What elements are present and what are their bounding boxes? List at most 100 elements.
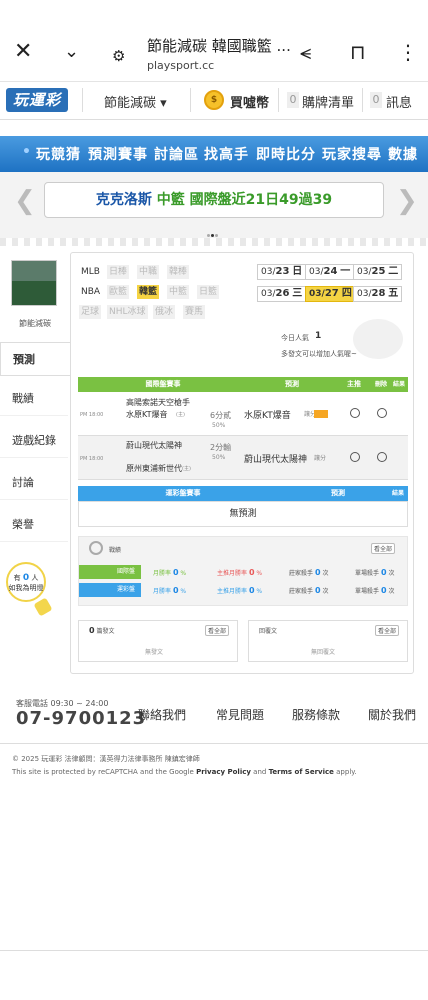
lottery-header-match: 運彩盤賽事 — [78, 486, 288, 501]
bulb-label: 如我為明燈 — [8, 584, 44, 592]
intl-header-main: 主推 — [336, 377, 372, 392]
bulb-prefix: 有 — [13, 574, 21, 582]
pick-team[interactable]: 水原KT爆音 — [244, 408, 291, 421]
recaptcha-notice: This site is protected by reCAPTCHA and … — [12, 768, 357, 776]
share-icon[interactable]: ⪪ — [300, 40, 311, 64]
page-settings-icon[interactable]: ⚙ — [112, 44, 125, 68]
posts-count-label: 0 篇發文 — [89, 626, 115, 635]
match-time: PM 18:00 — [80, 456, 104, 462]
team-home: 水原KT爆音 — [126, 410, 168, 419]
page-title: 節能減碳 韓國職籃 ... — [147, 37, 291, 55]
delete-radio[interactable] — [377, 408, 387, 418]
tab-game-log[interactable]: 遊戲紀錄 — [0, 424, 68, 458]
main-pick-radio[interactable] — [350, 452, 360, 462]
stats-view-all[interactable]: 看全部 — [371, 543, 396, 554]
bookmark-icon[interactable]: ⊓ — [350, 40, 366, 64]
replies-view-all[interactable]: 看全部 — [375, 625, 400, 636]
cart-count-badge: 0 — [287, 92, 299, 108]
popularity-hint: 多發文可以增加人氣喔~ — [281, 350, 357, 358]
nav-item-predict[interactable]: 預測賽事 — [88, 144, 148, 164]
profile-name: 節能減碳 — [19, 319, 51, 328]
avatar[interactable] — [11, 260, 57, 306]
tab-honor[interactable]: 榮譽 — [0, 508, 68, 542]
pct: 50% — [212, 422, 226, 429]
footer-faq-link[interactable]: 常見問題 — [216, 706, 264, 723]
nav-item-player-search[interactable]: 玩家搜尋 — [322, 144, 382, 164]
terms-link[interactable]: Terms of Service — [269, 768, 334, 776]
date-0323[interactable]: 03/23 日 — [257, 264, 307, 280]
buy-coin-link[interactable]: 買噓幣 — [230, 92, 269, 111]
coin-icon: $ — [204, 90, 224, 110]
banner-team: 克克洛斯 — [95, 192, 152, 208]
service-phone[interactable]: 07-9700123 — [16, 708, 146, 729]
banner-text-box[interactable]: 克克洛斯 中籃 國際盤近21日49過39 — [44, 182, 384, 218]
nav-item-guess[interactable]: 玩競猜 — [36, 144, 81, 164]
league-jbb[interactable]: 日籃 — [197, 285, 220, 299]
footer-about-link[interactable]: 關於我們 — [368, 706, 416, 723]
league-khl[interactable]: 俄冰 — [153, 305, 176, 319]
league-kbo[interactable]: 韓棒 — [167, 265, 190, 279]
intl-header-match: 國際盤賽事 — [78, 377, 248, 392]
league-mlb[interactable]: MLB — [79, 265, 102, 279]
more-menu-icon[interactable]: ⋮ — [398, 40, 418, 64]
tab-record[interactable]: 戰績 — [0, 382, 68, 416]
date-0326[interactable]: 03/26 三 — [257, 286, 307, 302]
site-header: 玩運彩 節能減碳 ▾ $ 買噓幣 0 購牌清單 0 訊息 — [0, 82, 428, 120]
team-home: 原州東浦新世代 — [126, 464, 182, 473]
close-icon[interactable]: ✕ — [14, 40, 32, 64]
home-marker: (主) — [176, 412, 185, 418]
date-0325[interactable]: 03/25 二 — [353, 264, 403, 280]
user-menu[interactable]: 節能減碳 ▾ — [104, 92, 167, 111]
no-prediction-text: 無預測 — [78, 501, 408, 527]
pick-team[interactable]: 蔚山現代太陽神 — [244, 452, 307, 465]
next-arrow-icon[interactable]: ❯ — [396, 186, 418, 216]
footer-contact-link[interactable]: 聯絡我們 — [138, 706, 186, 723]
carousel-dots — [207, 222, 221, 237]
messages-link[interactable]: 訊息 — [386, 92, 412, 111]
league-kbl[interactable]: 韓籃 — [137, 285, 160, 299]
footer: 客服電話 09:30 ~ 24:00 07-9700123 聯絡我們 常見問題 … — [0, 694, 428, 744]
lightbulb-badge: 有 0 人 如我為明燈 — [6, 562, 46, 602]
league-euro-bb[interactable]: 歐籃 — [107, 285, 130, 299]
prev-arrow-icon[interactable]: ❮ — [14, 186, 36, 216]
popularity-value: 1 — [315, 331, 322, 341]
msg-count-badge: 0 — [370, 92, 382, 108]
stat-bookie-killer: 莊家殺手 0 次 — [289, 586, 329, 595]
delete-radio[interactable] — [377, 452, 387, 462]
date-0327[interactable]: 03/27 四 — [305, 286, 356, 302]
lottery-header-predict: 預測 — [288, 486, 388, 501]
browser-toolbar: ✕ ⌄ ⚙ 節能減碳 韓國職籃 ... playsport.cc ⪪ ⊓ ⋮ — [0, 0, 428, 82]
league-soccer[interactable]: 足球 — [79, 305, 102, 319]
league-nhl[interactable]: NHL冰球 — [107, 305, 148, 319]
stats-intl-label: 國際盤 — [79, 565, 141, 579]
league-npb[interactable]: 日棒 — [107, 265, 130, 279]
tab-predict[interactable]: 預測 — [0, 342, 70, 376]
league-horse[interactable]: 賽馬 — [183, 305, 206, 319]
pct: 50% — [212, 454, 226, 461]
intl-header-delete: 刪除 — [372, 377, 390, 392]
chevron-down-icon[interactable]: ⌄ — [64, 40, 79, 64]
footer-terms-link[interactable]: 服務條款 — [292, 706, 340, 723]
team-away: 高陽索諾天空槍手 — [126, 398, 190, 407]
league-cbb[interactable]: 中籃 — [167, 285, 190, 299]
bulb-unit: 人 — [31, 574, 39, 582]
stat-winrate: 月勝率 0 % — [153, 586, 187, 595]
nav-item-experts[interactable]: 找高手 — [204, 144, 249, 164]
league-nba[interactable]: NBA — [79, 285, 103, 299]
date-0324[interactable]: 03/24 一 — [305, 264, 355, 280]
tab-discussion[interactable]: 討論 — [0, 466, 68, 500]
privacy-link[interactable]: Privacy Policy — [196, 768, 251, 776]
league-cpbl[interactable]: 中職 — [137, 265, 160, 279]
promo-banner: ❮ 克克洛斯 中籃 國際盤近21日49過39 ❯ — [0, 172, 428, 238]
posts-view-all[interactable]: 看全部 — [205, 625, 230, 636]
cart-link[interactable]: 購牌清單 — [302, 92, 354, 111]
table-row: PM 18:00 高陽索諾天空槍手 水原KT爆音 (主) 6分貳 50% 水原K… — [78, 392, 408, 436]
stats-title: 戰績 — [109, 547, 122, 554]
replies-box: 回覆文 看全部 無回覆文 — [248, 620, 408, 662]
nav-item-livescore[interactable]: 即時比分 — [256, 144, 316, 164]
nav-item-forum[interactable]: 討論區 — [154, 144, 199, 164]
nav-item-data[interactable]: 數據 — [388, 144, 418, 164]
main-pick-radio[interactable] — [350, 408, 360, 418]
date-0328[interactable]: 03/28 五 — [353, 286, 403, 302]
site-logo[interactable]: 玩運彩 — [6, 88, 68, 112]
